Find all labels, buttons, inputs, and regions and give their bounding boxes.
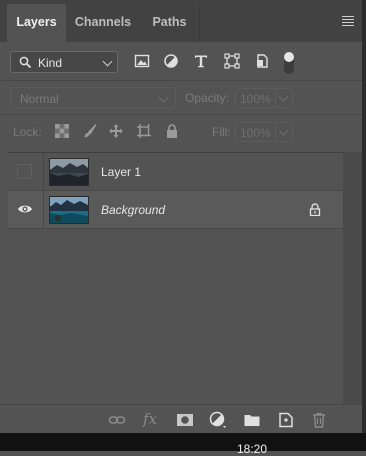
opacity-label: Opacity: [185, 91, 230, 105]
panel-tab-bar: Layers Channels Paths [0, 0, 362, 42]
divider [0, 80, 362, 81]
search-icon [19, 56, 32, 69]
layers-scrollbar[interactable] [343, 152, 362, 404]
layer-row[interactable]: Background [8, 191, 343, 229]
lock-artboard-icon[interactable] [136, 123, 152, 139]
layer-row[interactable]: Layer 1 [8, 153, 343, 191]
layers-list: Layer 1 Background [8, 152, 343, 405]
delete-layer-icon[interactable] [310, 411, 328, 429]
adjustment-filter-icon[interactable] [163, 53, 179, 69]
filter-kind-dropdown[interactable]: Kind [10, 51, 118, 73]
fill-value: 100% [240, 126, 271, 140]
shape-filter-icon[interactable] [224, 53, 240, 69]
tab-paths[interactable]: Paths [140, 4, 200, 42]
layer-thumbnail [49, 196, 89, 224]
lock-image-pixels-icon[interactable] [82, 123, 98, 139]
lock-all-icon[interactable] [164, 123, 180, 139]
blend-mode-dropdown[interactable]: Normal [10, 87, 176, 109]
chevron-down-icon [102, 56, 113, 67]
panel-menu-icon[interactable] [342, 16, 354, 26]
filter-kind-label: Kind [38, 56, 63, 70]
lock-transparent-pixels-icon[interactable] [54, 123, 70, 139]
taskbar [0, 433, 366, 451]
type-filter-icon[interactable] [193, 53, 209, 69]
layer-name[interactable]: Background [101, 203, 165, 217]
chevron-down-icon [158, 92, 169, 103]
taskbar-clock: 18:20 [237, 442, 268, 456]
layer-thumbnail [49, 158, 89, 186]
filter-toggle-switch[interactable] [284, 52, 294, 74]
layers-panel: Layers Channels Paths Kind Normal Opacit… [0, 0, 363, 433]
opacity-field[interactable]: 100% [235, 88, 293, 108]
link-layers-icon[interactable] [108, 411, 126, 429]
layer-visibility-toggle[interactable] [8, 153, 44, 190]
layer-style-fx-icon[interactable]: fx [143, 410, 157, 428]
layer-visibility-toggle[interactable] [8, 191, 44, 228]
eye-icon [18, 205, 32, 213]
new-layer-icon[interactable] [277, 411, 295, 429]
tab-channels[interactable]: Channels [66, 4, 140, 42]
divider [0, 114, 362, 115]
tab-layers[interactable]: Layers [7, 4, 66, 42]
lock-position-icon[interactable] [108, 123, 124, 139]
fill-field[interactable]: 100% [235, 122, 293, 142]
lock-label: Lock: [13, 125, 42, 139]
fill-label: Fill: [212, 125, 231, 139]
window-edge [362, 0, 366, 433]
opacity-value: 100% [240, 92, 271, 106]
smart-object-filter-icon[interactable] [254, 53, 270, 69]
blend-mode-value: Normal [20, 92, 59, 106]
new-group-folder-icon[interactable] [243, 411, 261, 429]
image-filter-icon[interactable] [134, 53, 150, 69]
lock-icon [309, 203, 321, 216]
layer-name[interactable]: Layer 1 [101, 165, 141, 179]
add-mask-icon[interactable] [176, 411, 194, 429]
new-adjustment-layer-icon[interactable] [209, 411, 227, 429]
